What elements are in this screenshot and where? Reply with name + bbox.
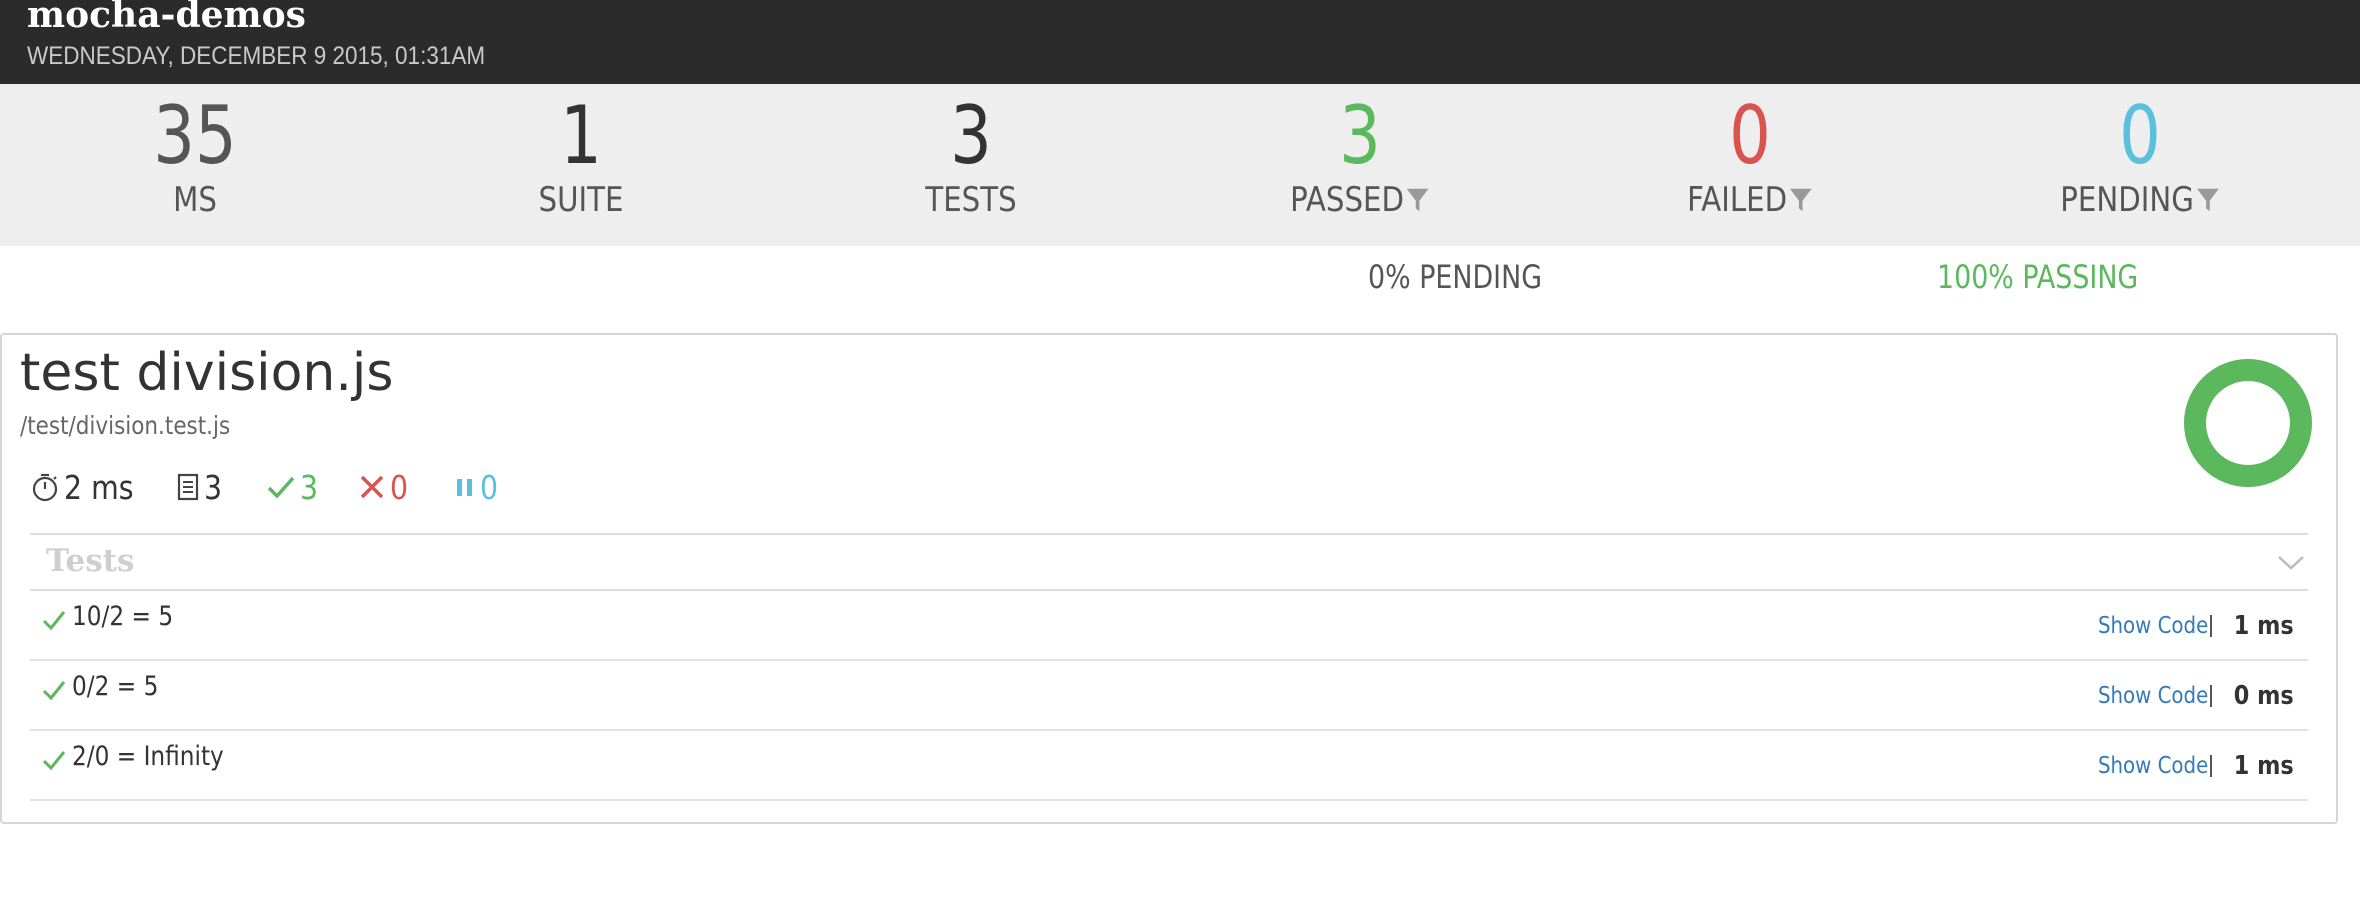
suite-duration: 2 ms: [30, 465, 145, 509]
stats-band: 35 MS 1 SUITE 3 TESTS 3 PASSED 0 FAILED …: [0, 84, 2360, 246]
stat-duration-value: 35: [153, 89, 237, 182]
stat-pending-value: 0: [2119, 89, 2161, 182]
test-duration: 0 ms: [2234, 681, 2294, 711]
suite-passed-count: 3: [266, 465, 321, 509]
check-icon: [42, 611, 66, 631]
test-row: 2/0 = Infinity Show Code 1 ms: [30, 731, 2308, 801]
x-icon: [360, 475, 384, 499]
divider: [2210, 755, 2213, 777]
stat-pending-label[interactable]: PENDING: [1972, 180, 2307, 220]
stat-passed-label[interactable]: PASSED: [1192, 180, 1527, 220]
report-header: mocha-demos WEDNESDAY, DECEMBER 9 2015, …: [0, 0, 2360, 84]
stopwatch-icon: [32, 473, 58, 502]
show-code-link[interactable]: Show Code: [2098, 683, 2208, 709]
test-name: 2/0 = Infinity: [72, 741, 224, 772]
test-duration: 1 ms: [2234, 611, 2294, 641]
stat-duration-label: MS: [173, 180, 217, 220]
stat-tests: 3 TESTS: [776, 84, 1166, 246]
check-icon: [42, 681, 66, 701]
pass-rate-arc: [2184, 359, 2312, 487]
document-icon: [177, 473, 199, 501]
suite-pending-count: 0: [454, 465, 501, 509]
stat-suites: 1 SUITE: [386, 84, 776, 246]
report-title: mocha-demos: [27, 0, 306, 36]
show-code-link[interactable]: Show Code: [2098, 613, 2208, 639]
chevron-down-icon[interactable]: [2276, 549, 2306, 575]
test-name: 0/2 = 5: [72, 671, 159, 702]
test-name: 10/2 = 5: [72, 601, 174, 632]
stat-failed[interactable]: 0 FAILED: [1555, 84, 1945, 246]
test-row: 0/2 = 5 Show Code 0 ms: [30, 661, 2308, 731]
report-date: WEDNESDAY, DECEMBER 9 2015, 01:31AM: [27, 42, 486, 70]
stat-passed-value: 3: [1339, 89, 1381, 182]
check-icon: [267, 476, 295, 499]
pending-percent: 0% PENDING: [1368, 258, 1543, 296]
filter-icon[interactable]: [2196, 186, 2220, 214]
stat-suites-value: 1: [560, 89, 602, 182]
suite-card: test division.js /test/division.test.js …: [0, 333, 2338, 824]
stat-duration: 35 MS: [0, 84, 390, 246]
stat-failed-label[interactable]: FAILED: [1582, 180, 1917, 220]
stat-pending[interactable]: 0 PENDING: [1945, 84, 2335, 246]
passing-percent: 100% PASSING: [1937, 258, 2139, 296]
tests-header[interactable]: Tests: [30, 533, 2308, 591]
stat-failed-value: 0: [1729, 89, 1771, 182]
suite-total-tests: 3: [176, 465, 225, 509]
suite-file-path: /test/division.test.js: [20, 411, 231, 440]
filter-icon[interactable]: [1789, 186, 1813, 214]
tests-header-label: Tests: [46, 543, 135, 579]
show-code-link[interactable]: Show Code: [2098, 753, 2208, 779]
filter-icon[interactable]: [1406, 186, 1430, 214]
stat-tests-value: 3: [950, 89, 992, 182]
stat-tests-label: TESTS: [925, 180, 1017, 220]
test-row: 10/2 = 5 Show Code 1 ms: [30, 591, 2308, 661]
stat-passed[interactable]: 3 PASSED: [1165, 84, 1555, 246]
pass-rate-donut: [2184, 359, 2312, 487]
test-duration: 1 ms: [2234, 751, 2294, 781]
suite-title: test division.js: [20, 343, 394, 403]
check-icon: [42, 751, 66, 771]
divider: [2210, 615, 2213, 637]
divider: [2210, 685, 2213, 707]
suite-failed-count: 0: [358, 465, 411, 509]
pause-icon: [457, 479, 472, 496]
stat-suites-label: SUITE: [538, 180, 624, 220]
